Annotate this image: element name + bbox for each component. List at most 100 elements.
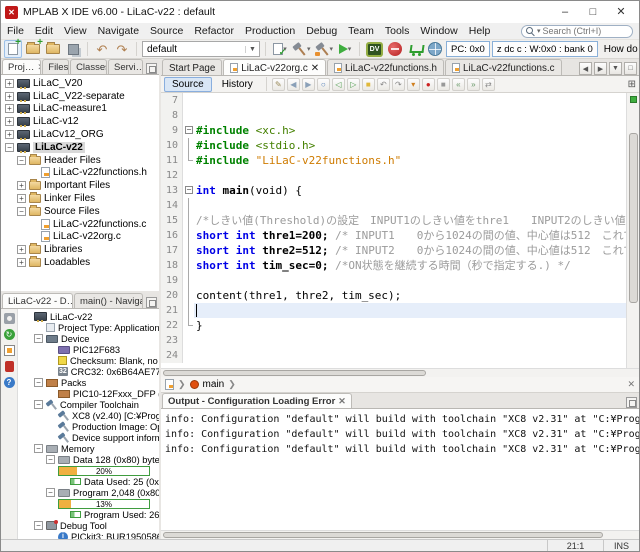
new-project-button[interactable] xyxy=(24,40,42,58)
code-text[interactable] xyxy=(194,273,626,288)
expander-icon[interactable]: + xyxy=(5,117,14,126)
menu-help[interactable]: Help xyxy=(469,25,491,37)
menu-source[interactable]: Source xyxy=(150,25,183,37)
code-text[interactable]: int main(void) { xyxy=(194,183,626,198)
projects-tab[interactable]: Servi… xyxy=(108,59,143,74)
fold-collapse-icon[interactable]: − xyxy=(185,186,193,194)
split-window-icon[interactable]: ⊞ xyxy=(628,79,636,90)
close-icon[interactable]: ✕ xyxy=(37,62,41,73)
fold-collapse-icon[interactable]: − xyxy=(185,126,193,134)
source-view-button[interactable]: Source xyxy=(164,77,212,92)
tree-item[interactable]: XC8 (v2.40) [C:¥Program File xyxy=(18,410,159,421)
expander-icon[interactable]: − xyxy=(34,400,43,409)
toggle-bookmark-icon[interactable]: ▾ xyxy=(407,78,420,91)
close-breadcrumb-icon[interactable]: ✕ xyxy=(627,379,635,390)
menu-debug[interactable]: Debug xyxy=(306,25,337,37)
tree-item[interactable]: Program Used: 264 (0x10 xyxy=(18,509,159,520)
tree-item[interactable]: 13% xyxy=(18,498,159,509)
configuration-select[interactable]: default ▼ xyxy=(142,41,260,57)
line-number[interactable]: 16 xyxy=(161,228,183,243)
expander-icon[interactable]: − xyxy=(5,143,14,152)
menu-production[interactable]: Production xyxy=(245,25,295,37)
code-line[interactable]: 16short int thre1=200; /* INPUT1 0から1024… xyxy=(161,228,626,243)
projects-tab[interactable]: Classes xyxy=(70,59,107,74)
search-dropdown-icon[interactable]: ▾ xyxy=(537,27,541,35)
tree-item[interactable]: PIC12F683 xyxy=(18,344,159,355)
menu-window[interactable]: Window xyxy=(420,25,457,37)
tree-item[interactable]: −Source Files xyxy=(1,205,159,218)
scroll-tabs-right-button[interactable]: ▶ xyxy=(594,62,607,75)
code-text[interactable]: #include <xc.h> xyxy=(194,123,626,138)
tree-item[interactable]: Production Image: Optimizati xyxy=(18,421,159,432)
refresh-icon[interactable]: ↻ xyxy=(4,329,15,340)
code-text[interactable] xyxy=(194,168,626,183)
expander-icon[interactable]: − xyxy=(46,455,55,464)
tree-item[interactable]: +Loadables xyxy=(1,256,159,269)
editor-tab[interactable]: LiLaC-v22functions.h xyxy=(327,59,444,75)
code-line[interactable]: 18short int tim_sec=0; /*ON状態を継続する時間（秒で指… xyxy=(161,258,626,273)
expander-icon[interactable]: + xyxy=(5,79,14,88)
tree-item[interactable]: +LiLaC-measure1 xyxy=(1,103,159,116)
clean-build-button[interactable]: ▾ xyxy=(314,40,335,58)
pdf-report-icon[interactable] xyxy=(5,361,14,372)
tree-item[interactable]: +LiLaCv12_ORG xyxy=(1,128,159,141)
line-number[interactable]: 11 xyxy=(161,153,183,168)
web-button[interactable] xyxy=(426,40,444,58)
tab-list-dropdown-button[interactable]: ▼ xyxy=(609,62,622,75)
line-number[interactable]: 17 xyxy=(161,243,183,258)
tree-item[interactable]: Device support information xyxy=(18,432,159,443)
editor-tab[interactable]: LiLaC-v22functions.c xyxy=(445,59,562,75)
data-visualizer-button[interactable]: DV xyxy=(365,40,384,58)
menu-navigate[interactable]: Navigate xyxy=(98,25,139,37)
code-line[interactable]: 7 xyxy=(161,93,626,108)
projects-tab[interactable]: Files xyxy=(42,59,69,74)
search-input[interactable] xyxy=(543,26,623,36)
minimize-panel-button[interactable] xyxy=(626,397,637,408)
build-button[interactable]: ▾ xyxy=(291,40,312,58)
previous-bookmark-icon[interactable]: ↶ xyxy=(377,78,390,91)
line-number[interactable]: 18 xyxy=(161,258,183,273)
code-line[interactable]: 10#include <stdio.h> xyxy=(161,138,626,153)
code-line[interactable]: 24 xyxy=(161,348,626,363)
code-line[interactable]: 19 xyxy=(161,273,626,288)
shift-left-icon[interactable]: « xyxy=(452,78,465,91)
code-editor[interactable]: 789−#include <xc.h>10#include <stdio.h>1… xyxy=(161,93,639,368)
tree-item[interactable]: −Memory xyxy=(18,443,159,454)
new-file-button[interactable] xyxy=(4,40,22,58)
tree-item[interactable]: PIC10-12Fxxx_DFP (1.5.61) xyxy=(18,388,159,399)
horizontal-scroll-thumb[interactable] xyxy=(163,370,426,376)
line-number[interactable]: 9 xyxy=(161,123,183,138)
editor-tab[interactable]: Start Page xyxy=(162,59,222,75)
menu-refactor[interactable]: Refactor xyxy=(194,25,234,37)
tree-item[interactable]: Checksum: Blank, no code lo xyxy=(18,355,159,366)
tree-item[interactable]: +Linker Files xyxy=(1,192,159,205)
tree-item[interactable]: −Header Files xyxy=(1,154,159,167)
search-box[interactable]: ▾ xyxy=(521,25,633,38)
menu-tools[interactable]: Tools xyxy=(385,25,410,37)
help-icon[interactable]: ? xyxy=(4,377,15,388)
output-tab[interactable]: Output - Configuration Loading Error ✕ xyxy=(162,393,352,408)
menu-team[interactable]: Team xyxy=(348,25,374,37)
tree-item[interactable]: +Libraries xyxy=(1,243,159,256)
editor-horizontal-scrollbar[interactable] xyxy=(161,368,639,377)
minimize-button[interactable]: – xyxy=(551,2,579,22)
code-line[interactable]: 8 xyxy=(161,108,626,123)
code-text[interactable] xyxy=(194,93,626,108)
tree-item[interactable]: 32CRC32: 0x6B64AE77 xyxy=(18,366,159,377)
tree-item[interactable]: LiLaC-v22org.c xyxy=(1,231,159,244)
code-line[interactable]: 22} xyxy=(161,318,626,333)
menu-file[interactable]: File xyxy=(7,25,24,37)
line-number[interactable]: 20 xyxy=(161,288,183,303)
vertical-scroll-thumb[interactable] xyxy=(629,133,638,303)
line-number[interactable]: 24 xyxy=(161,348,183,363)
scroll-tabs-left-button[interactable]: ◀ xyxy=(579,62,592,75)
run-button[interactable]: ▾ xyxy=(336,40,354,58)
tree-item[interactable]: LiLaC-v22functions.c xyxy=(1,218,159,231)
next-bookmark-icon[interactable]: ↷ xyxy=(392,78,405,91)
line-number[interactable]: 21 xyxy=(161,303,183,318)
code-text[interactable]: short int thre2=512; /* INPUT2 0から1024の間… xyxy=(194,243,626,258)
line-number[interactable]: 7 xyxy=(161,93,183,108)
editor-tab[interactable]: LiLaC-v22org.c✕ xyxy=(223,59,326,75)
horizontal-scroll-thumb[interactable] xyxy=(163,532,603,538)
shift-right-icon[interactable]: » xyxy=(467,78,480,91)
